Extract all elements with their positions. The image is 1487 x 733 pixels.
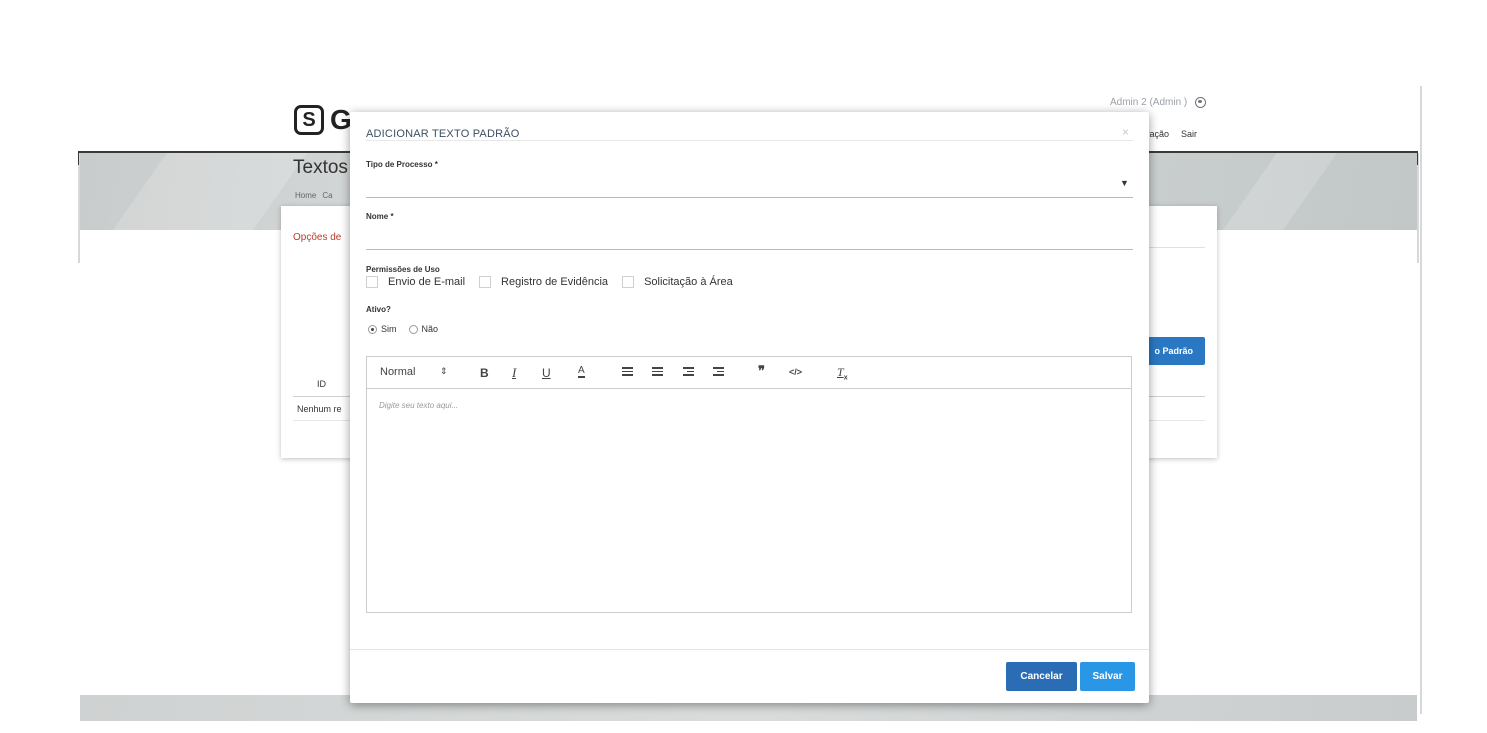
active-label: Ativo? bbox=[366, 305, 391, 314]
frame-border bbox=[78, 153, 80, 263]
tab-options[interactable]: Opções de bbox=[293, 232, 341, 243]
tab-divider bbox=[1149, 247, 1205, 248]
name-input[interactable] bbox=[366, 226, 1133, 248]
italic-button[interactable]: I bbox=[512, 366, 517, 379]
ordered-list-icon[interactable] bbox=[622, 367, 633, 377]
page-title: Textos bbox=[293, 157, 348, 178]
blockquote-button[interactable]: ❞ bbox=[758, 363, 765, 379]
breadcrumb: Home Ca bbox=[295, 191, 333, 200]
modal-title-divider bbox=[366, 140, 1133, 141]
banner-stripe bbox=[113, 153, 307, 230]
app-logo[interactable]: S G bbox=[294, 104, 352, 136]
name-underline bbox=[366, 249, 1133, 250]
permissions-group: Envio de E-mail Registro de Evidência So… bbox=[366, 276, 747, 288]
checkbox-evidence-record[interactable] bbox=[479, 276, 492, 288]
process-type-underline bbox=[366, 197, 1133, 198]
checkbox-label[interactable]: Solicitação à Área bbox=[644, 276, 733, 288]
checkbox-area-request[interactable] bbox=[622, 276, 635, 288]
clear-format-sub: x bbox=[843, 374, 848, 382]
breadcrumb-item[interactable]: Ca bbox=[322, 191, 332, 200]
format-select-arrow-icon[interactable]: ⇕ bbox=[440, 366, 448, 377]
bold-button[interactable]: B bbox=[480, 366, 489, 380]
checkbox-label[interactable]: Registro de Evidência bbox=[501, 276, 608, 288]
editor-content[interactable]: Digite seu texto aqui... bbox=[379, 401, 458, 410]
name-label: Nome * bbox=[366, 212, 394, 221]
indent-icon[interactable] bbox=[713, 367, 724, 377]
format-select[interactable]: Normal bbox=[380, 366, 415, 378]
add-standard-text-modal: ADICIONAR TEXTO PADRÃO × Tipo de Process… bbox=[350, 112, 1149, 703]
user-info[interactable]: Admin 2 (Admin ) bbox=[1110, 97, 1207, 108]
checkbox-send-email[interactable] bbox=[366, 276, 378, 288]
modal-title: ADICIONAR TEXTO PADRÃO bbox=[366, 128, 520, 140]
active-radio-group: Sim Não bbox=[368, 324, 450, 334]
outdent-icon[interactable] bbox=[683, 367, 694, 377]
process-type-select[interactable] bbox=[366, 174, 1133, 196]
checkbox-label[interactable]: Envio de E-mail bbox=[388, 276, 465, 288]
add-standard-text-button[interactable]: o Padrão bbox=[1148, 337, 1205, 365]
save-button[interactable]: Salvar bbox=[1080, 662, 1135, 691]
process-type-label: Tipo de Processo * bbox=[366, 160, 438, 169]
permissions-label: Permissões de Uso bbox=[366, 265, 440, 274]
frame-border bbox=[1420, 86, 1422, 714]
text-color-button[interactable]: A bbox=[578, 366, 585, 378]
clear-format-glyph: T bbox=[837, 365, 844, 379]
close-icon[interactable]: × bbox=[1122, 125, 1129, 139]
breadcrumb-home[interactable]: Home bbox=[295, 191, 316, 200]
page: S G Admin 2 (Admin ) tração Sair Textos … bbox=[0, 0, 1487, 733]
clear-format-button[interactable]: Tx bbox=[837, 365, 848, 381]
logo-text: G bbox=[330, 104, 352, 135]
radio-label[interactable]: Não bbox=[422, 324, 439, 334]
radio-sim[interactable] bbox=[368, 324, 377, 334]
table-empty-row: Nenhum re bbox=[297, 404, 342, 414]
rich-text-editor: Normal ⇕ B I U A ❞ </> Tx Digite seu tex… bbox=[366, 356, 1132, 613]
chevron-down-icon[interactable]: ▼ bbox=[1120, 178, 1129, 188]
editor-toolbar: Normal ⇕ B I U A ❞ </> Tx bbox=[367, 357, 1131, 389]
radio-label[interactable]: Sim bbox=[381, 324, 397, 334]
user-name: Admin 2 (Admin ) bbox=[1110, 97, 1188, 108]
banner-stripe bbox=[1223, 153, 1337, 230]
top-nav: tração Sair bbox=[1144, 129, 1197, 139]
header-divider bbox=[78, 151, 79, 165]
radio-nao[interactable] bbox=[408, 324, 418, 334]
frame-border bbox=[1417, 153, 1419, 263]
cancel-button[interactable]: Cancelar bbox=[1006, 662, 1077, 691]
column-header-id[interactable]: ID bbox=[317, 379, 326, 389]
nav-item-sair[interactable]: Sair bbox=[1181, 129, 1197, 139]
code-block-button[interactable]: </> bbox=[789, 367, 802, 377]
modal-footer-divider bbox=[350, 649, 1149, 650]
user-icon[interactable] bbox=[1195, 97, 1207, 108]
underline-button[interactable]: U bbox=[542, 366, 551, 380]
header-divider bbox=[1417, 151, 1418, 165]
logo-icon: S bbox=[294, 105, 324, 135]
bullet-list-icon[interactable] bbox=[652, 367, 663, 377]
